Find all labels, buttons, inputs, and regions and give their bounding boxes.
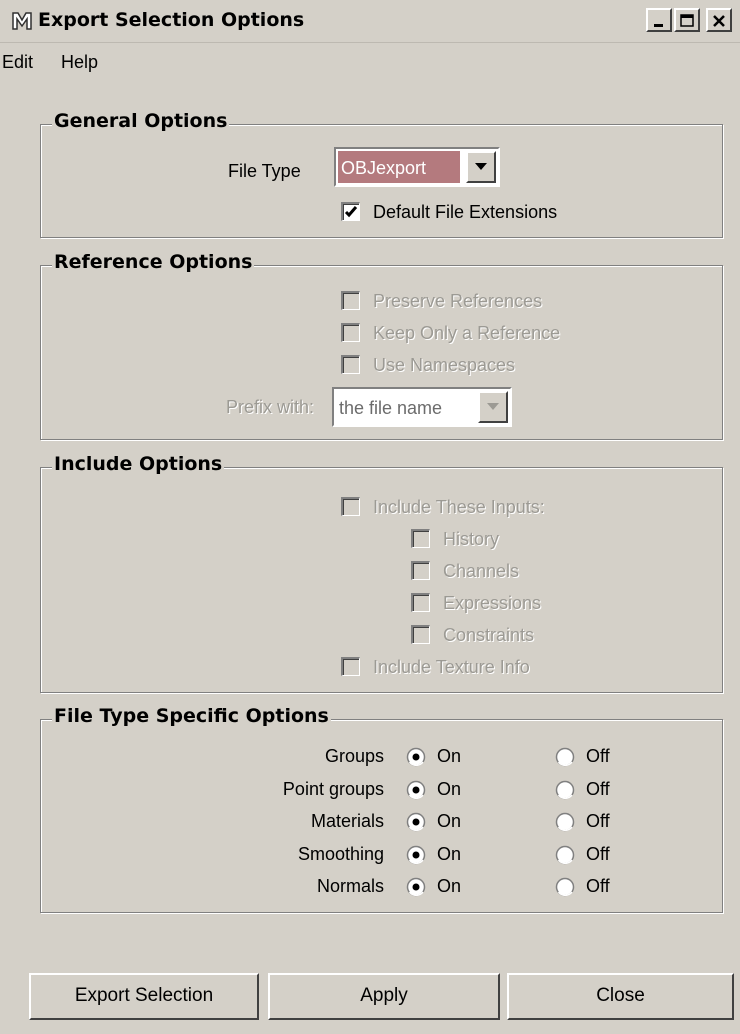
constraints-checkbox[interactable] — [411, 625, 430, 644]
use-namespaces-label: Use Namespaces — [373, 355, 516, 375]
preserve-references-checkbox[interactable] — [341, 291, 360, 310]
smoothing-off-label: Off — [586, 843, 610, 864]
reference-options-group: Reference Options Preserve References Ke… — [40, 251, 723, 440]
file-type-options-title: File Type Specific Options — [52, 705, 331, 727]
include-inputs-checkbox[interactable] — [341, 497, 360, 516]
groups-off-radio[interactable] — [555, 747, 575, 767]
channels-checkbox[interactable] — [411, 561, 430, 580]
history-label: History — [443, 529, 500, 549]
menu-bar: Edit Help — [0, 44, 740, 84]
close-button[interactable]: Close — [507, 973, 734, 1020]
export-selection-button[interactable]: Export Selection — [29, 973, 259, 1020]
chevron-down-icon — [487, 403, 499, 410]
groups-off-label: Off — [586, 746, 610, 766]
menu-edit[interactable]: Edit — [2, 52, 33, 73]
prefix-select[interactable]: the file name — [332, 387, 512, 427]
prefix-value: the file name — [339, 398, 443, 418]
smoothing-label: Smoothing — [297, 843, 384, 864]
smoothing-off-radio[interactable] — [555, 845, 575, 865]
maximize-icon — [680, 14, 694, 27]
general-options-title: General Options — [52, 110, 230, 132]
general-options-group: General Options File Type OBJexport Defa… — [40, 110, 723, 238]
normals-on-label: On — [437, 876, 462, 896]
point-groups-label: Point groups — [282, 778, 384, 799]
file-type-value: OBJexport — [341, 158, 427, 178]
materials-off-radio[interactable] — [555, 812, 575, 832]
normals-on-radio[interactable] — [406, 877, 426, 897]
window-title: Export Selection Options — [38, 9, 305, 31]
history-checkbox[interactable] — [411, 529, 430, 548]
groups-on-radio[interactable] — [406, 747, 426, 767]
prefix-dropdown-button[interactable] — [478, 391, 508, 423]
groups-label: Groups — [324, 746, 384, 766]
minimize-button[interactable] — [646, 8, 672, 32]
maximize-button[interactable] — [674, 8, 700, 32]
include-options-group: Include Options Include These Inputs: Hi… — [40, 453, 723, 693]
materials-on-label: On — [437, 811, 462, 831]
include-texture-label: Include Texture Info — [373, 657, 530, 677]
include-texture-checkbox[interactable] — [341, 657, 360, 676]
channels-label: Channels — [443, 561, 520, 581]
point-groups-on-label: On — [437, 778, 462, 799]
checkmark-icon — [344, 206, 358, 218]
default-extensions-label: Default File Extensions — [373, 202, 558, 222]
file-type-dropdown-button[interactable] — [466, 151, 496, 183]
keep-only-reference-checkbox[interactable] — [341, 323, 360, 342]
point-groups-on-radio[interactable] — [406, 780, 426, 800]
smoothing-on-radio[interactable] — [406, 845, 426, 865]
close-icon — [713, 15, 725, 27]
constraints-label: Constraints — [443, 625, 535, 645]
normals-off-radio[interactable] — [555, 877, 575, 897]
keep-only-reference-label: Keep Only a Reference — [373, 323, 561, 343]
title-bar: Export Selection Options — [0, 0, 740, 43]
file-type-options-group: File Type Specific Options Groups On Off Po… — [40, 705, 723, 913]
point-groups-off-label: Off — [586, 778, 610, 799]
apply-button[interactable]: Apply — [268, 973, 500, 1020]
expressions-label: Expressions — [443, 593, 542, 613]
materials-off-label: Off — [586, 811, 610, 831]
expressions-checkbox[interactable] — [411, 593, 430, 612]
include-options-title: Include Options — [52, 453, 225, 475]
menu-help[interactable]: Help — [61, 52, 98, 73]
normals-off-label: Off — [586, 876, 610, 896]
groups-on-label: On — [437, 746, 462, 766]
materials-on-radio[interactable] — [406, 812, 426, 832]
include-inputs-label: Include These Inputs: — [373, 497, 545, 517]
chevron-down-icon — [475, 163, 487, 170]
materials-label: Materials — [310, 811, 384, 831]
close-window-button[interactable] — [706, 8, 732, 32]
point-groups-off-radio[interactable] — [555, 780, 575, 800]
minimize-icon — [654, 24, 663, 27]
reference-options-title: Reference Options — [52, 251, 255, 273]
maya-app-icon — [11, 11, 33, 31]
preserve-references-label: Preserve References — [373, 291, 543, 311]
use-namespaces-checkbox[interactable] — [341, 355, 360, 374]
smoothing-on-label: On — [437, 843, 462, 864]
prefix-with-label: Prefix with: — [225, 397, 314, 417]
normals-label: Normals — [316, 876, 384, 896]
default-extensions-checkbox[interactable] — [341, 202, 360, 221]
file-type-select[interactable]: OBJexport — [334, 147, 500, 187]
file-type-label: File Type — [228, 161, 301, 181]
